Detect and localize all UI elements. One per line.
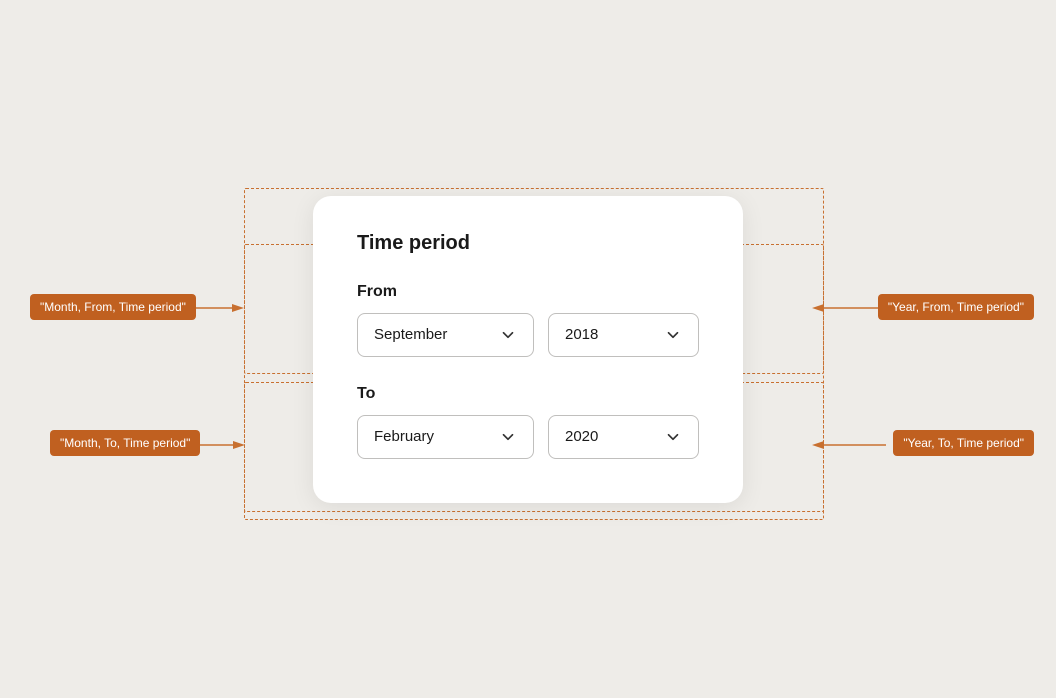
to-year-chevron-icon	[664, 428, 682, 446]
from-year-dropdown[interactable]: 2018	[548, 313, 699, 357]
scene: "Month, From, Time period" "Year, From, …	[0, 0, 1056, 698]
from-year-chevron-icon	[664, 326, 682, 344]
to-year-value: 2020	[565, 428, 598, 445]
from-month-value: September	[374, 326, 447, 343]
arrow-year-from	[806, 301, 886, 315]
from-month-chevron-icon	[499, 326, 517, 344]
time-period-card: Time period From September 2018	[313, 196, 743, 503]
arrow-year-to	[806, 438, 886, 452]
to-label: To	[357, 385, 699, 403]
annotation-year-to: "Year, To, Time period"	[893, 430, 1034, 456]
from-year-value: 2018	[565, 326, 598, 343]
to-month-chevron-icon	[499, 428, 517, 446]
from-label: From	[357, 283, 699, 301]
from-row: September 2018	[357, 313, 699, 357]
to-group: To February 2020	[357, 385, 699, 459]
to-month-value: February	[374, 428, 434, 445]
to-year-dropdown[interactable]: 2020	[548, 415, 699, 459]
annotation-month-to: "Month, To, Time period"	[50, 430, 200, 456]
from-month-dropdown[interactable]: September	[357, 313, 534, 357]
card-title: Time period	[357, 232, 699, 255]
to-row: February 2020	[357, 415, 699, 459]
from-group: From September 2018	[357, 283, 699, 357]
annotation-year-from: "Year, From, Time period"	[878, 294, 1034, 320]
annotation-month-from: "Month, From, Time period"	[30, 294, 196, 320]
to-month-dropdown[interactable]: February	[357, 415, 534, 459]
